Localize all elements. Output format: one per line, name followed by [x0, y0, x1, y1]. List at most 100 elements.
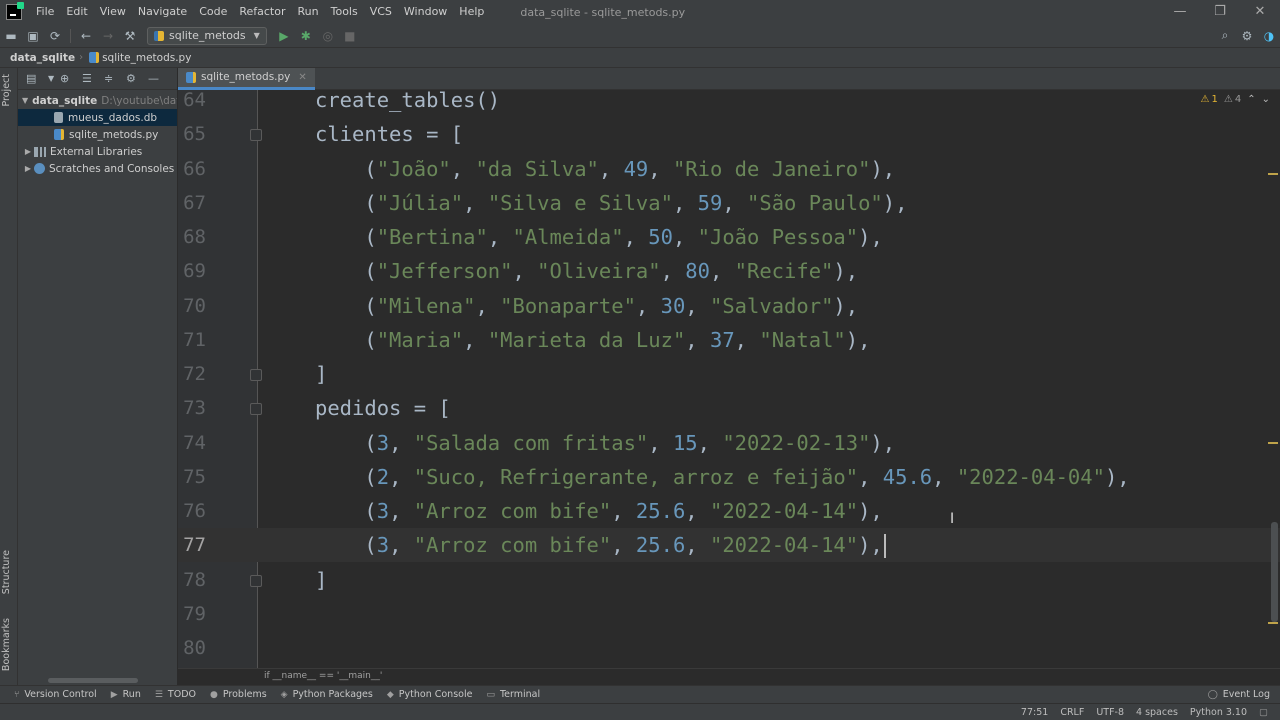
nav-file-crumb[interactable]: sqlite_metods.py	[102, 52, 195, 64]
debug-icon[interactable]: ✱	[295, 29, 317, 43]
minimize-icon[interactable]: —	[1160, 0, 1200, 24]
tree-external-libraries[interactable]: ▶ External Libraries	[18, 143, 177, 160]
menu-code[interactable]: Code	[193, 0, 233, 24]
structure-tool-tab[interactable]: Structure	[1, 550, 12, 594]
locate-icon[interactable]: ⊕	[60, 72, 82, 85]
editor-breadcrumb[interactable]: if __name__ == '__main__'	[264, 671, 382, 681]
code-line[interactable]: 66 ("João", "da Silva", 49, "Rio de Jane…	[178, 152, 1280, 186]
code-line[interactable]: 64 create_tables()	[178, 90, 1280, 117]
stop-icon[interactable]: ■	[339, 29, 361, 43]
code-line[interactable]: 74 (3, "Salada com fritas", 15, "2022-02…	[178, 426, 1280, 460]
tree-item-py[interactable]: sqlite_metods.py	[18, 126, 177, 143]
menu-file[interactable]: File	[30, 0, 60, 24]
search-icon[interactable]: ⌕	[1214, 28, 1236, 43]
code-token: ,	[932, 464, 957, 489]
close-window-icon[interactable]: ✕	[1240, 0, 1280, 24]
todo-tool[interactable]: ☰ TODO	[155, 689, 196, 700]
bookmarks-tool-tab[interactable]: Bookmarks	[1, 618, 12, 671]
problems-tool[interactable]: ● Problems	[210, 689, 267, 700]
code-line[interactable]: 79	[178, 597, 1280, 631]
code-line[interactable]: 75 (2, "Suco, Refrigerante, arroz e feij…	[178, 460, 1280, 494]
code-line[interactable]: 78]	[178, 563, 1280, 597]
tree-root-folder[interactable]: ▼ data_sqlite D:\youtube\dat	[18, 92, 177, 109]
menu-refactor[interactable]: Refactor	[233, 0, 291, 24]
menu-navigate[interactable]: Navigate	[132, 0, 193, 24]
code-line[interactable]: 68 ("Bertina", "Almeida", 50, "João Pess…	[178, 220, 1280, 254]
save-all-icon[interactable]: ▣	[22, 29, 44, 43]
chevron-down-icon[interactable]: ▼	[48, 74, 60, 83]
collapse-all-icon[interactable]: ≑	[104, 72, 126, 85]
fold-marker-icon[interactable]	[250, 403, 262, 416]
event-log-tool[interactable]: ◯ Event Log	[1208, 689, 1270, 700]
caret-position[interactable]: 77:51	[1021, 707, 1048, 718]
fold-marker-icon[interactable]	[250, 574, 262, 587]
menu-run[interactable]: Run	[292, 0, 325, 24]
code-line[interactable]: 77 (3, "Arroz com bife", 25.6, "2022-04-…	[178, 528, 1280, 563]
string-literal: "Silva e Silva"	[487, 190, 673, 215]
chevron-up-icon[interactable]: ⌃	[1247, 94, 1255, 105]
tree-scratches[interactable]: ▶ Scratches and Consoles	[18, 160, 177, 177]
code-line[interactable]: 67 ("Júlia", "Silva e Silva", 59, "São P…	[178, 186, 1280, 220]
menu-vcs[interactable]: VCS	[364, 0, 398, 24]
error-stripe-marker[interactable]	[1268, 442, 1278, 444]
lock-icon[interactable]: ▢	[1259, 707, 1268, 718]
inspection-widget[interactable]: ⚠ 1 ⚠ 4 ⌃ ⌄	[1201, 94, 1270, 105]
menu-edit[interactable]: Edit	[60, 0, 93, 24]
fold-marker-icon[interactable]	[250, 369, 262, 381]
terminal-icon: ▭	[486, 689, 495, 700]
expand-all-icon[interactable]: ☰	[82, 72, 104, 85]
menu-view[interactable]: View	[94, 0, 132, 24]
editor-vertical-scrollbar[interactable]	[1271, 522, 1278, 622]
nav-project-crumb[interactable]: data_sqlite	[0, 52, 79, 64]
build-icon[interactable]: ⚒	[119, 29, 141, 43]
forward-icon[interactable]: →	[97, 29, 119, 43]
terminal-tool[interactable]: ▭ Terminal	[486, 689, 540, 700]
sync-icon[interactable]: ⟳	[44, 29, 66, 43]
gear-icon[interactable]: ⚙	[126, 72, 148, 85]
coverage-icon[interactable]: ◎	[317, 29, 339, 43]
indent-setting[interactable]: 4 spaces	[1136, 707, 1178, 718]
hide-icon[interactable]: —	[148, 72, 170, 85]
chevron-down-icon[interactable]: ▼	[22, 96, 28, 105]
project-horizontal-scrollbar[interactable]	[48, 678, 138, 683]
back-icon[interactable]: ←	[75, 29, 97, 43]
code-token: ,	[598, 156, 624, 181]
code-line[interactable]: 70 ("Milena", "Bonaparte", 30, "Salvador…	[178, 289, 1280, 323]
python-packages-tool[interactable]: ◈ Python Packages	[281, 689, 373, 700]
settings-gear-icon[interactable]: ⚙	[1236, 29, 1258, 43]
chevron-down-icon[interactable]: ⌄	[1262, 94, 1270, 105]
chevron-right-icon[interactable]: ▶	[22, 147, 34, 156]
string-literal: "da Silva"	[475, 156, 599, 181]
open-folder-icon[interactable]: ▬	[0, 29, 22, 43]
fold-marker-icon[interactable]	[250, 129, 262, 142]
error-stripe-marker[interactable]	[1268, 622, 1278, 624]
python-console-tool[interactable]: ◆ Python Console	[387, 689, 473, 700]
maximize-icon[interactable]: ❐	[1200, 0, 1240, 24]
run-config-selector[interactable]: sqlite_metods ▼	[147, 26, 267, 45]
tab-sqlite-metods[interactable]: sqlite_metods.py ✕	[178, 67, 315, 90]
menu-help[interactable]: Help	[453, 0, 490, 24]
file-encoding[interactable]: UTF-8	[1096, 707, 1124, 718]
tree-item-db[interactable]: mueus_dados.db	[18, 109, 177, 126]
code-line[interactable]: 73 pedidos = [	[178, 391, 1280, 425]
code-line[interactable]: 76 (3, "Arroz com bife", 25.6, "2022-04-…	[178, 494, 1280, 528]
project-view-icon[interactable]: ▤	[26, 72, 48, 85]
project-tool-tab[interactable]: Project	[1, 74, 12, 107]
code-line[interactable]: 69 ("Jefferson", "Oliveira", 80, "Recife…	[178, 254, 1280, 288]
run-tool[interactable]: ▶ Run	[111, 689, 141, 700]
code-line[interactable]: 71 ("Maria", "Marieta da Luz", 37, "Nata…	[178, 323, 1280, 357]
menu-window[interactable]: Window	[398, 0, 453, 24]
menu-tools[interactable]: Tools	[325, 0, 364, 24]
line-separator[interactable]: CRLF	[1060, 707, 1084, 718]
code-editor[interactable]: 64 create_tables() 65 clientes = [66 ("João…	[178, 90, 1280, 668]
code-line[interactable]: 80	[178, 631, 1280, 665]
code-with-me-icon[interactable]: ◑	[1258, 29, 1280, 43]
close-icon[interactable]: ✕	[298, 72, 306, 83]
python-interpreter[interactable]: Python 3.10	[1190, 707, 1247, 718]
run-icon[interactable]: ▶	[273, 29, 295, 43]
version-control-tool[interactable]: ⑂ Version Control	[14, 689, 97, 700]
code-line[interactable]: 72]	[178, 357, 1280, 391]
chevron-right-icon[interactable]: ▶	[22, 164, 34, 173]
error-stripe-marker[interactable]	[1268, 173, 1278, 175]
code-line[interactable]: 65 clientes = [	[178, 117, 1280, 151]
